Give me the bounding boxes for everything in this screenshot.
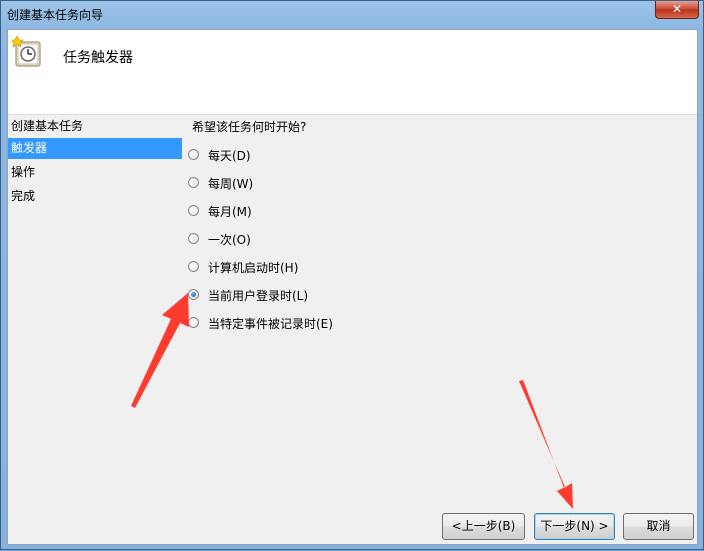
header-band: 任务触发器 [8,30,697,115]
radio-button[interactable] [188,261,199,272]
radio-button[interactable] [188,177,199,188]
radio-button[interactable] [188,317,199,328]
wizard-step-list: 创建基本任务 触发器 操作 完成 [8,116,184,496]
task-scheduler-clock-icon [12,36,41,67]
radio-button-checked[interactable] [188,289,199,300]
sidebar-item-action[interactable]: 操作 [8,162,182,183]
sidebar-item-create-basic-task[interactable]: 创建基本任务 [8,116,182,137]
title-bar[interactable]: 创建基本任务向导 ✕ [1,1,704,27]
option-label: 每月(M) [208,205,252,219]
next-button[interactable]: 下一步(N) > [534,513,615,540]
option-label: 计算机启动时(H) [208,261,299,275]
option-label: 当特定事件被记录时(E) [208,317,333,331]
window-title: 创建基本任务向导 [7,8,104,22]
option-label: 每天(D) [208,149,251,163]
option-label: 当前用户登录时(L) [208,289,309,303]
option-label: 每周(W) [208,177,254,191]
option-label: 一次(O) [208,233,251,247]
wizard-window: 创建基本任务向导 ✕ 任务触发器 创建基本任务 触发器 操作 完成 希望该任务何… [0,0,704,550]
radio-button[interactable] [188,149,199,160]
cancel-button[interactable]: 取消 [623,513,694,540]
radio-button[interactable] [188,205,199,216]
sidebar-item-trigger[interactable]: 触发器 [8,138,182,159]
wizard-client-area: 任务触发器 创建基本任务 触发器 操作 完成 希望该任务何时开始? 每天(D) … [7,29,698,545]
back-button[interactable]: <上一步(B) [442,513,525,540]
page-title: 任务触发器 [63,50,133,66]
radio-button[interactable] [188,233,199,244]
trigger-question: 希望该任务何时开始? [192,120,307,134]
close-button[interactable]: ✕ [655,1,699,19]
sidebar-item-finish[interactable]: 完成 [8,186,182,207]
